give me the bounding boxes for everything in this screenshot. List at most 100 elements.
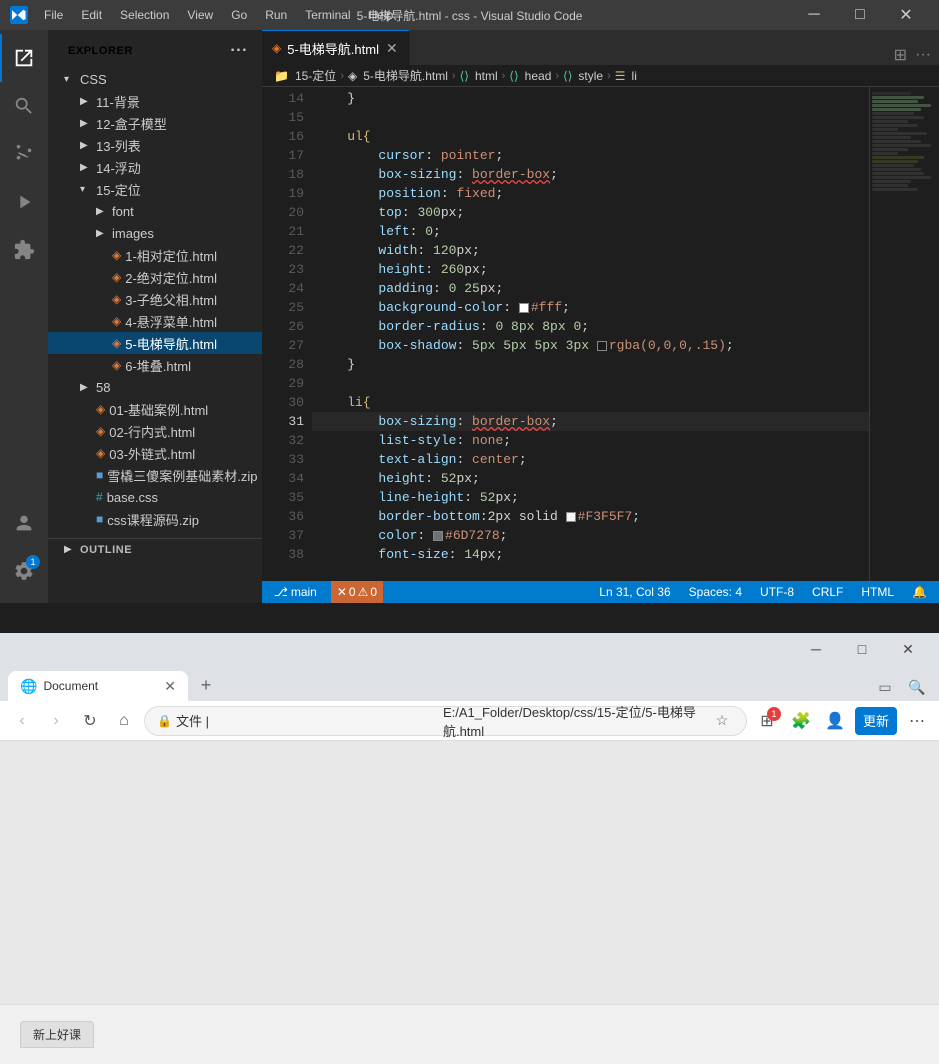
sidebar-item-13[interactable]: ▶ 13-列表 <box>48 134 262 156</box>
address-actions: ☆ <box>710 709 734 733</box>
activity-account[interactable] <box>0 499 48 547</box>
minimap-line <box>872 172 924 175</box>
browser-minimize[interactable]: ─ <box>793 633 839 665</box>
update-button[interactable]: 更新 <box>855 707 897 735</box>
tree-label-images: images <box>112 226 154 241</box>
maximize-button[interactable]: □ <box>837 0 883 30</box>
menu-terminal[interactable]: Terminal <box>297 6 358 24</box>
sidebar-item-file5[interactable]: ◈ 5-电梯导航.html <box>48 332 262 354</box>
tree-label-11: 11-背景 <box>96 92 140 111</box>
sidebar-item-zip2[interactable]: ▶ ■ css课程源码.zip <box>48 508 262 530</box>
home-button[interactable]: ⌂ <box>110 707 138 735</box>
menu-selection[interactable]: Selection <box>112 6 177 24</box>
menu-go[interactable]: Go <box>223 6 255 24</box>
status-spaces[interactable]: Spaces: 4 <box>685 585 746 599</box>
minimize-button[interactable]: ─ <box>791 0 837 30</box>
minimap-line <box>872 108 921 111</box>
sidebar-item-images[interactable]: ▶ images <box>48 222 262 244</box>
tab-search-icon[interactable]: 🔍 <box>903 673 931 701</box>
tree-label-file6: 6-堆叠.html <box>125 356 191 375</box>
status-language[interactable]: HTML <box>857 585 898 599</box>
sidebar-item-15[interactable]: ▾ 15-定位 <box>48 178 262 200</box>
line-num-36: 36 <box>270 507 304 526</box>
breadcrumb-15[interactable]: 15-定位 <box>295 67 336 84</box>
code-token: color <box>316 526 417 545</box>
titlebar-left: File Edit Selection View Go Run Terminal… <box>10 6 401 24</box>
sidebar-item-file3[interactable]: ◈ 3-子绝父相.html <box>48 288 262 310</box>
extensions-button[interactable]: 🧩 <box>787 707 815 735</box>
sidebar-item-58[interactable]: ▶ 58 <box>48 376 262 398</box>
breadcrumb-sep4: › <box>555 70 559 82</box>
minimap-line <box>872 148 908 151</box>
line-num-25: 25 <box>270 298 304 317</box>
breadcrumb-head[interactable]: head <box>525 69 552 83</box>
more-button[interactable]: ⋯ <box>903 707 931 735</box>
profile-button[interactable]: 👤 <box>821 707 849 735</box>
code-line-37: color: #6D7278; <box>312 526 869 545</box>
menu-edit[interactable]: Edit <box>73 6 110 24</box>
status-encoding[interactable]: UTF-8 <box>756 585 798 599</box>
more-actions-button[interactable]: ··· <box>915 46 931 64</box>
new-tab-button[interactable]: + <box>192 671 220 699</box>
activity-extensions[interactable] <box>0 226 48 274</box>
outline-section[interactable]: ▶ OUTLINE <box>48 538 262 560</box>
sidebar-item-03[interactable]: ▶ ◈ 03-外链式.html <box>48 442 262 464</box>
sidebar-more-button[interactable]: ··· <box>228 40 250 62</box>
line-num-30: 30 <box>270 393 304 412</box>
code-line-32: list-style: none; <box>312 431 869 450</box>
browser-maximize[interactable]: □ <box>839 633 885 665</box>
sidebar-item-12[interactable]: ▶ 12-盒子模型 <box>48 112 262 134</box>
sidebar-item-02[interactable]: ▶ ◈ 02-行内式.html <box>48 420 262 442</box>
sidebar-item-zip1[interactable]: ▶ ■ 雪橇三傻案例基础素材.zip <box>48 464 262 486</box>
activity-settings[interactable]: 1 <box>0 547 48 595</box>
collections-button[interactable]: ⊞ 1 <box>753 707 781 735</box>
close-button[interactable]: ✕ <box>883 0 929 30</box>
status-branch[interactable]: ⎇ main <box>270 585 321 599</box>
address-bar[interactable]: 🔒 文件 | E:/A1_Folder/Desktop/css/15-定位/5-… <box>144 706 747 736</box>
sidebar-item-file1[interactable]: ◈ 1-相对定位.html <box>48 244 262 266</box>
breadcrumb-li[interactable]: li <box>632 69 637 83</box>
code-token: border-radius <box>316 317 480 336</box>
editor-tab-active[interactable]: ◈ 5-电梯导航.html ✕ <box>262 30 410 65</box>
sidebar-item-file2[interactable]: ◈ 2-绝对定位.html <box>48 266 262 288</box>
activity-search[interactable] <box>0 82 48 130</box>
status-position[interactable]: Ln 31, Col 36 <box>595 585 674 599</box>
code-token: border-box <box>472 412 550 431</box>
sidebar-item-file6[interactable]: ◈ 6-堆叠.html <box>48 354 262 376</box>
status-eol[interactable]: CRLF <box>808 585 847 599</box>
browser-tab-active[interactable]: 🌐 Document ✕ <box>8 671 188 701</box>
browser-close[interactable]: ✕ <box>885 633 931 665</box>
sidebar-item-01[interactable]: ▶ ◈ 01-基础案例.html <box>48 398 262 420</box>
tab-minimize-icon[interactable]: ▭ <box>871 673 899 701</box>
editor-content-area: 14 15 16 17 18 19 20 21 22 23 24 25 26 2… <box>262 87 939 581</box>
status-notifications[interactable]: 🔔 <box>908 585 931 599</box>
refresh-button[interactable]: ↻ <box>76 707 104 735</box>
status-errors[interactable]: ✕ 0 ⚠ 0 <box>331 581 383 603</box>
menu-view[interactable]: View <box>179 6 221 24</box>
split-editor-button[interactable]: ⊞ <box>894 45 907 65</box>
breadcrumb-style[interactable]: style <box>578 69 603 83</box>
activity-run-debug[interactable] <box>0 178 48 226</box>
sidebar-item-font[interactable]: ▶ font <box>48 200 262 222</box>
browser-tab-close[interactable]: ✕ <box>164 678 176 695</box>
activity-explorer[interactable] <box>0 34 48 82</box>
breadcrumb-html[interactable]: html <box>475 69 498 83</box>
sidebar-item-file4[interactable]: ◈ 4-悬浮菜单.html <box>48 310 262 332</box>
tree-root-css[interactable]: ▾ CSS <box>48 68 262 90</box>
activity-source-control[interactable] <box>0 130 48 178</box>
forward-button[interactable]: › <box>42 707 70 735</box>
tab-close-button[interactable]: ✕ <box>385 39 399 58</box>
star-button[interactable]: ☆ <box>710 709 734 733</box>
menu-file[interactable]: File <box>36 6 71 24</box>
settings-badge: 1 <box>26 555 40 569</box>
back-button[interactable]: ‹ <box>8 707 36 735</box>
sidebar-item-11[interactable]: ▶ 11-背景 <box>48 90 262 112</box>
breadcrumb-file[interactable]: 5-电梯导航.html <box>363 67 448 84</box>
menu-run[interactable]: Run <box>257 6 295 24</box>
code-editor[interactable]: } ul{ cursor: pointer; box-sizing: borde… <box>312 87 869 581</box>
sidebar-item-14[interactable]: ▶ 14-浮动 <box>48 156 262 178</box>
code-token: : <box>410 222 426 241</box>
sidebar-item-base-css[interactable]: ▶ # base.css <box>48 486 262 508</box>
code-line-33: text-align: center; <box>312 450 869 469</box>
bottom-tab[interactable]: 新上好课 <box>20 1021 94 1048</box>
